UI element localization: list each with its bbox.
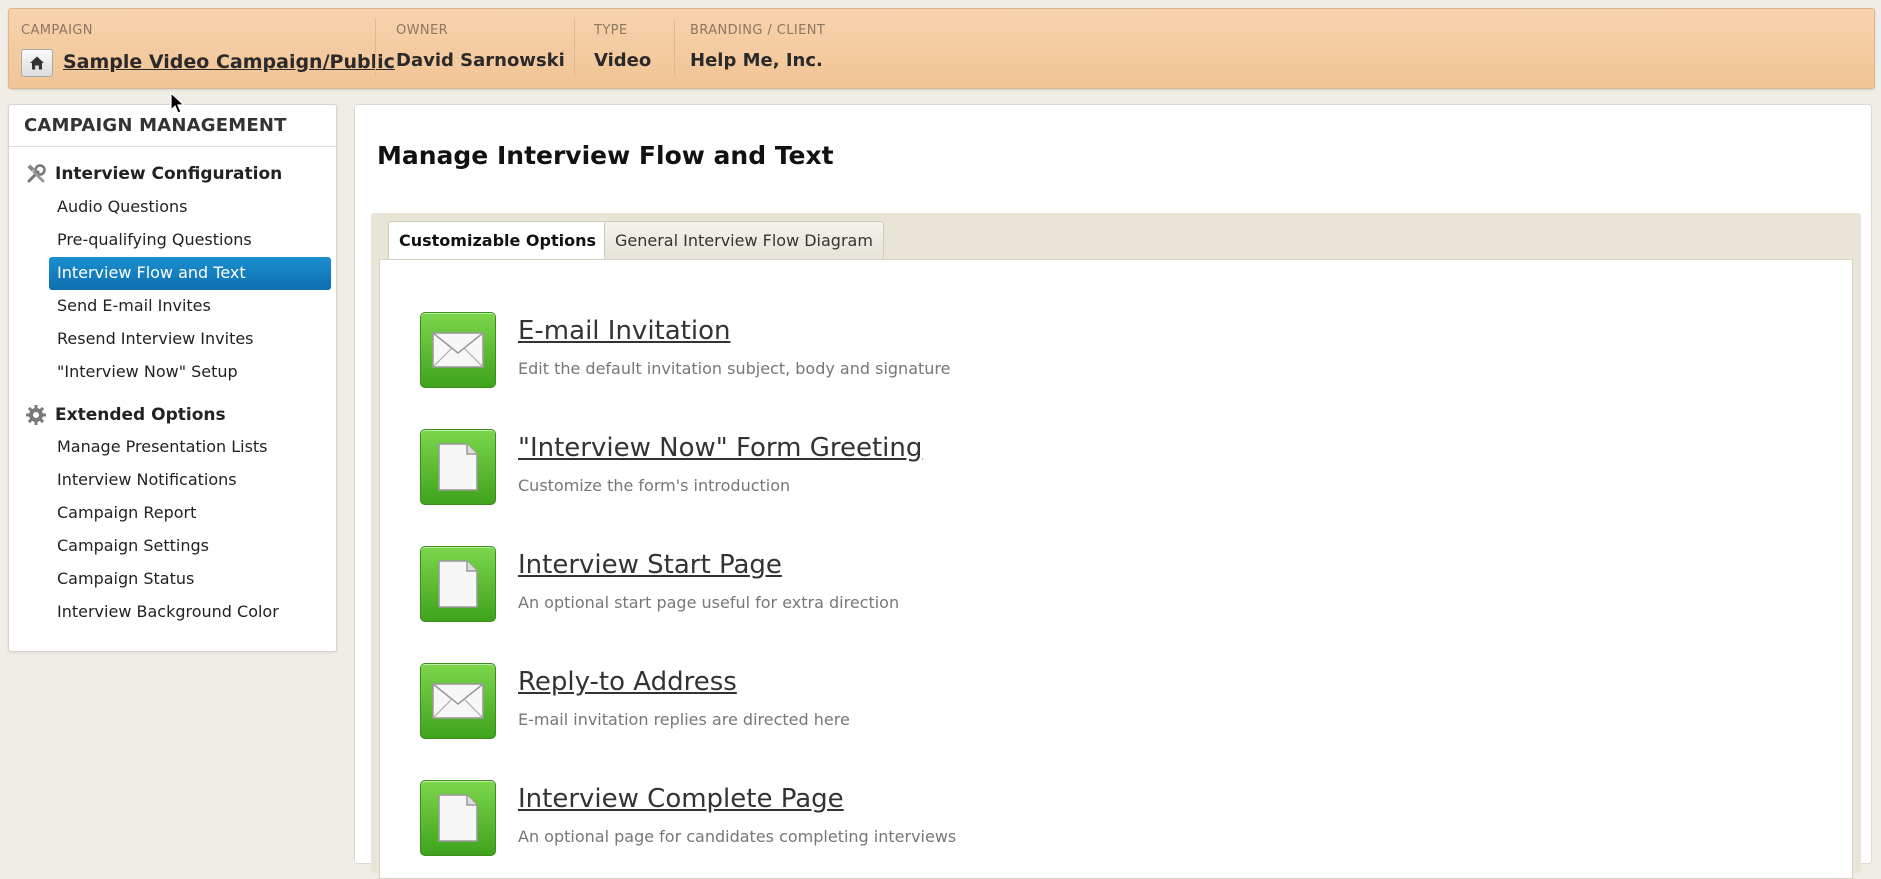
campaign-name-link[interactable]: Sample Video Campaign/Public — [63, 51, 395, 73]
option-description: E-mail invitation replies are directed h… — [518, 710, 850, 729]
option-title[interactable]: Interview Start Page — [518, 550, 782, 580]
sidebar-item-campaign-report[interactable]: Campaign Report — [49, 497, 331, 530]
document-icon[interactable] — [420, 780, 496, 856]
sidebar-item-campaign-status[interactable]: Campaign Status — [49, 563, 331, 596]
home-icon — [30, 56, 44, 70]
header-divider — [574, 19, 575, 77]
campaign-header: CAMPAIGN Sample Video Campaign/Public OW… — [8, 8, 1875, 89]
option-title[interactable]: "Interview Now" Form Greeting — [518, 433, 922, 463]
campaign-management-sidebar: CAMPAIGN MANAGEMENT Interview Configurat… — [8, 104, 337, 652]
option-email-invitation: E-mail Invitation Edit the default invit… — [420, 312, 1620, 392]
option-reply-to-address: Reply-to Address E-mail invitation repli… — [420, 663, 1620, 743]
sidebar-item-pre-qualifying-questions[interactable]: Pre-qualifying Questions — [49, 224, 331, 257]
tab-customizable-options[interactable]: Customizable Options — [388, 221, 608, 261]
option-description: Customize the form's introduction — [518, 476, 791, 495]
document-icon[interactable] — [420, 546, 496, 622]
option-title[interactable]: Interview Complete Page — [518, 784, 844, 814]
customizable-options-panel: E-mail Invitation Edit the default invit… — [379, 259, 1853, 879]
option-title[interactable]: E-mail Invitation — [518, 316, 730, 346]
document-icon[interactable] — [420, 429, 496, 505]
group-extended-options: Extended Options — [25, 404, 226, 426]
owner-value: David Sarnowski — [396, 50, 565, 71]
option-interview-start-page: Interview Start Page An optional start p… — [420, 546, 1620, 626]
type-caption: TYPE — [594, 23, 628, 38]
gear-icon — [25, 404, 47, 426]
sidebar-item-audio-questions[interactable]: Audio Questions — [49, 191, 331, 224]
envelope-icon[interactable] — [420, 663, 496, 739]
sidebar-item-interview-background-color[interactable]: Interview Background Color — [49, 596, 331, 629]
sidebar-item-campaign-settings[interactable]: Campaign Settings — [49, 530, 331, 563]
home-button[interactable] — [21, 49, 53, 77]
option-description: Edit the default invitation subject, bod… — [518, 359, 951, 378]
group-label: Interview Configuration — [55, 164, 283, 184]
envelope-icon[interactable] — [420, 312, 496, 388]
group-label: Extended Options — [55, 405, 226, 425]
owner-column: OWNER David Sarnowski — [396, 23, 565, 79]
type-column: TYPE Video — [594, 23, 651, 79]
option-title[interactable]: Reply-to Address — [518, 667, 737, 697]
sidebar-item-manage-presentation-lists[interactable]: Manage Presentation Lists — [49, 431, 331, 464]
campaign-caption: CAMPAIGN — [21, 23, 93, 38]
option-interview-now-form-greeting: "Interview Now" Form Greeting Customize … — [420, 429, 1620, 509]
header-divider — [674, 19, 675, 77]
option-interview-complete-page: Interview Complete Page An optional page… — [420, 780, 1620, 860]
branding-caption: BRANDING / CLIENT — [690, 23, 826, 38]
sidebar-item-resend-interview-invites[interactable]: Resend Interview Invites — [49, 323, 331, 356]
owner-caption: OWNER — [396, 23, 449, 38]
branding-value: Help Me, Inc. — [690, 50, 823, 71]
tab-general-interview-flow-diagram[interactable]: General Interview Flow Diagram — [604, 221, 884, 259]
branding-column: BRANDING / CLIENT Help Me, Inc. — [690, 23, 825, 79]
header-divider — [375, 19, 376, 77]
option-description: An optional page for candidates completi… — [518, 827, 957, 846]
group-interview-configuration: Interview Configuration — [25, 163, 282, 185]
sidebar-item-send-email-invites[interactable]: Send E-mail Invites — [49, 290, 331, 323]
tools-icon — [25, 163, 47, 185]
main-panel: Manage Interview Flow and Text Customiza… — [354, 104, 1872, 879]
mouse-cursor-icon — [170, 92, 186, 114]
sidebar-item-interview-notifications[interactable]: Interview Notifications — [49, 464, 331, 497]
page-title: Manage Interview Flow and Text — [377, 141, 834, 170]
sidebar-item-interview-now-setup[interactable]: "Interview Now" Setup — [49, 356, 331, 389]
option-description: An optional start page useful for extra … — [518, 593, 900, 612]
sidebar-item-interview-flow-and-text[interactable]: Interview Flow and Text — [49, 257, 331, 290]
type-value: Video — [594, 50, 652, 71]
